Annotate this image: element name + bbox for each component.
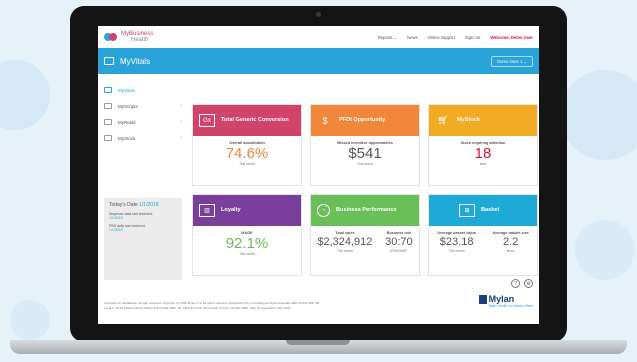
dispense-value: 1/1/2018	[109, 216, 123, 220]
card-title: Loyalty	[221, 207, 241, 214]
card-value: $541	[348, 145, 382, 162]
background-circle	[0, 60, 50, 130]
card-sub: This month	[448, 249, 465, 253]
card-value: 18	[474, 145, 492, 162]
card-loyalty[interactable]: ▥ Loyalty MAGE 92.1% This month	[192, 194, 302, 276]
chevron-right-icon: ›	[180, 103, 182, 109]
card-mystock[interactable]: 🛒︎ MyStock Stock requiring attention 18 …	[428, 104, 538, 186]
sidebar-item-mystock[interactable]: MyStock ›	[104, 130, 182, 146]
settings-icon[interactable]: ⚙	[524, 279, 533, 288]
card-value: $2,324,912	[317, 236, 373, 248]
card-title: Basket	[481, 207, 500, 214]
background-circle	[575, 220, 635, 280]
stock-icon	[104, 135, 112, 141]
welcome-user[interactable]: Welcome, Demo User	[490, 35, 533, 40]
help-icon[interactable]: ?	[511, 279, 520, 288]
top-nav: MyBusiness Health Reports ⌄ News Online …	[98, 26, 539, 48]
brand-hearts-icon	[104, 32, 118, 42]
mylan-logo: Mylan Better Health for a Better World	[478, 294, 533, 308]
nav-links: Reports ⌄ News Online support Sign out W…	[378, 35, 533, 40]
sidebar-item-myscripts[interactable]: MyScripts ›	[104, 98, 182, 114]
card-sub: This month	[239, 252, 255, 256]
card-title: Business Performance	[336, 207, 397, 214]
chevron-right-icon: ›	[180, 119, 182, 125]
card-value: 74.6%	[225, 145, 269, 162]
mylan-tagline: Better Health for a Better World	[488, 304, 533, 308]
background-circle	[560, 70, 637, 160]
sidebar-item-label: MyStock	[118, 135, 136, 141]
card-value: 30:70	[385, 236, 413, 248]
app-screen: MyBusiness Health Reports ⌄ News Online …	[98, 26, 539, 324]
nav-signout[interactable]: Sign out	[465, 35, 480, 40]
nav-reports[interactable]: Reports ⌄	[378, 35, 397, 40]
date-panel: Today's Date 1/1/2018 Dispense data last…	[104, 198, 182, 280]
clock-icon: ◔	[317, 204, 330, 217]
brand-logo[interactable]: MyBusiness Health	[104, 31, 153, 43]
cart-icon: 🛒︎	[437, 115, 449, 125]
sidebar-item-label: MyRetail	[118, 119, 136, 125]
sidebar-item-myvitals[interactable]: MyVitals	[104, 82, 182, 98]
card-title: Total Generic Conversion	[221, 117, 289, 124]
card-pfdi-opportunity[interactable]: $ PFDI Opportunity Missed incentive oppo…	[310, 104, 420, 186]
card-value: $23.18	[439, 236, 474, 248]
gx-icon: Gx	[199, 114, 215, 127]
store-selector[interactable]: Demo store 1 ⌄	[491, 55, 533, 67]
card-title: PFDI Opportunity	[339, 117, 386, 124]
chevron-right-icon: ›	[180, 135, 182, 141]
vitals-icon	[104, 87, 112, 93]
retail-icon	[104, 119, 112, 125]
camera-dot	[316, 12, 321, 17]
page-title: MyVitals	[120, 56, 151, 66]
loyalty-icon: ▥	[199, 204, 215, 217]
card-generic-conversion[interactable]: Gx Total Generic Conversion Overall subs…	[192, 104, 302, 186]
nav-support[interactable]: Online support	[428, 35, 455, 40]
pbs-value: 1/1/2018	[109, 228, 123, 232]
card-title: MyStock	[457, 117, 481, 124]
card-value: 92.1%	[225, 235, 269, 252]
card-sub: (PBS/OWP)	[390, 249, 408, 253]
utility-icons: ? ⚙	[511, 279, 533, 288]
card-sub: items	[506, 249, 515, 253]
background-circle	[10, 300, 50, 340]
vitals-icon	[104, 57, 114, 65]
card-sub: lines	[479, 162, 487, 166]
sidebar-item-myretail[interactable]: MyRetail ›	[104, 114, 182, 130]
card-sub: This month	[239, 162, 255, 166]
sidebar-item-label: MyVitals	[118, 87, 135, 93]
todays-date: Today's Date 1/1/2018	[109, 202, 159, 208]
footer-text: Copyright (c) MediaData. All right reser…	[104, 301, 320, 310]
sidebar: MyVitals MyScripts › MyRetail › MyStock …	[104, 82, 182, 146]
card-sub: This month	[336, 249, 353, 253]
card-sub: This month	[357, 162, 373, 166]
card-value: 2.2	[502, 236, 519, 248]
money-hand-icon: $	[322, 115, 328, 126]
sidebar-item-label: MyScripts	[118, 103, 138, 109]
scripts-icon	[104, 103, 112, 109]
hero-bar: MyVitals Demo store 1 ⌄	[98, 48, 539, 74]
card-business-performance[interactable]: ◔ Business Performance Total sales $2,32…	[310, 194, 420, 276]
card-basket[interactable]: ⊞ Basket Average basket value $23.18 Thi…	[428, 194, 538, 276]
mylan-mark-icon	[478, 294, 487, 304]
basket-icon: ⊞	[459, 204, 475, 217]
nav-news[interactable]: News	[407, 35, 417, 40]
laptop-notch	[286, 340, 350, 345]
brand-name: MyBusiness Health	[121, 31, 154, 43]
